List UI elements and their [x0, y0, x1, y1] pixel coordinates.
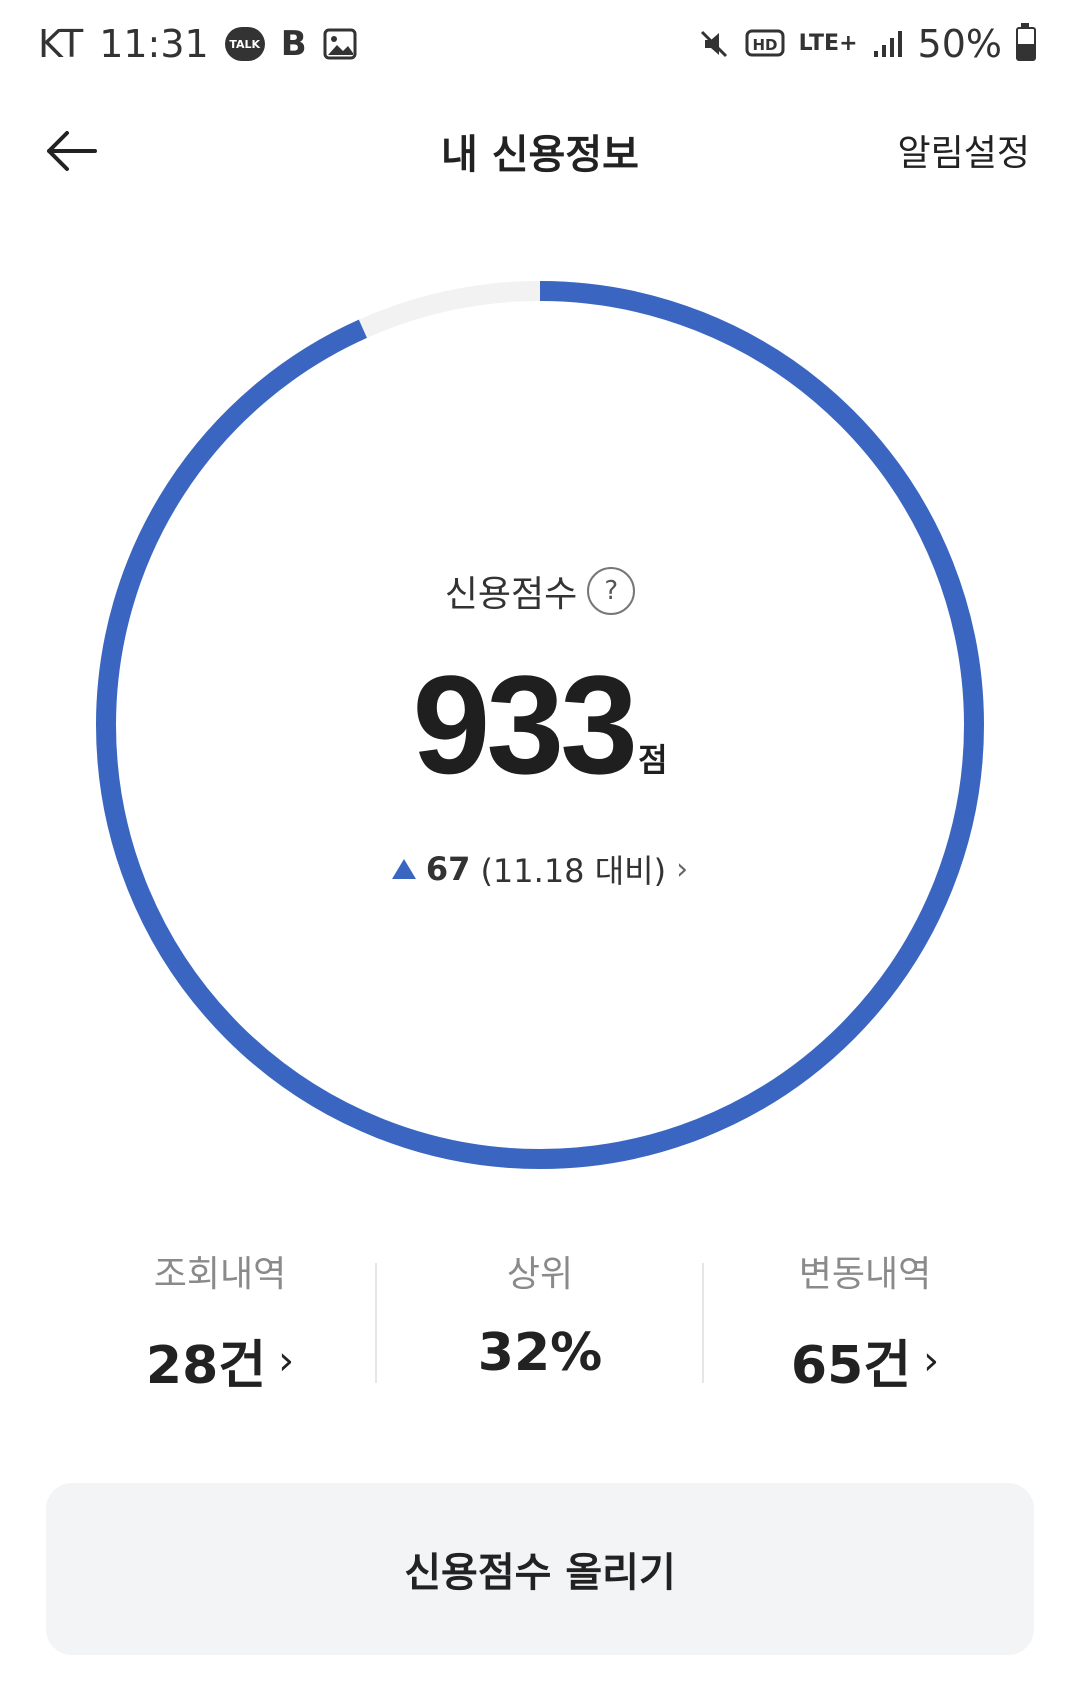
stat-inquiry-history[interactable]: 조회내역 28건 ›: [60, 1245, 380, 1398]
score-change-value: 67: [425, 850, 471, 888]
stat-change-history[interactable]: 변동내역 65건 ›: [705, 1245, 1025, 1398]
stat-value: 28건: [145, 1336, 267, 1396]
divider: [375, 1263, 377, 1383]
score-change-link[interactable]: 67 (11.18 대비) ›: [0, 846, 1080, 892]
stat-label: 상위: [506, 1254, 574, 1295]
triangle-up-icon: [391, 859, 416, 879]
chevron-right-icon: ›: [278, 1337, 295, 1384]
help-icon[interactable]: ?: [587, 567, 636, 615]
raise-score-button[interactable]: 신용점수 올리기: [46, 1483, 1034, 1655]
score-label-row: 신용점수 ?: [0, 565, 1080, 617]
chevron-right-icon: ›: [923, 1337, 940, 1384]
score-unit: 점: [638, 741, 668, 779]
chevron-right-icon: ›: [676, 851, 689, 887]
stats-row: 조회내역 28건 › 상위 32% 변동내역 65건 ›: [0, 1245, 1080, 1398]
score-label: 신용점수: [444, 574, 578, 615]
stat-label: 조회내역: [153, 1254, 287, 1295]
stat-label: 변동내역: [798, 1254, 932, 1295]
score-row: 933 점: [0, 655, 1080, 795]
stat-value: 32%: [477, 1323, 603, 1383]
score-value: 933: [412, 646, 638, 803]
stat-value: 65건: [790, 1336, 912, 1396]
stat-rank: 상위 32%: [380, 1245, 700, 1383]
divider: [702, 1263, 704, 1383]
score-gauge: 신용점수 ? 933 점 67 (11.18 대비) ›: [0, 0, 1080, 1200]
score-change-compare: (11.18 대비): [480, 852, 667, 890]
